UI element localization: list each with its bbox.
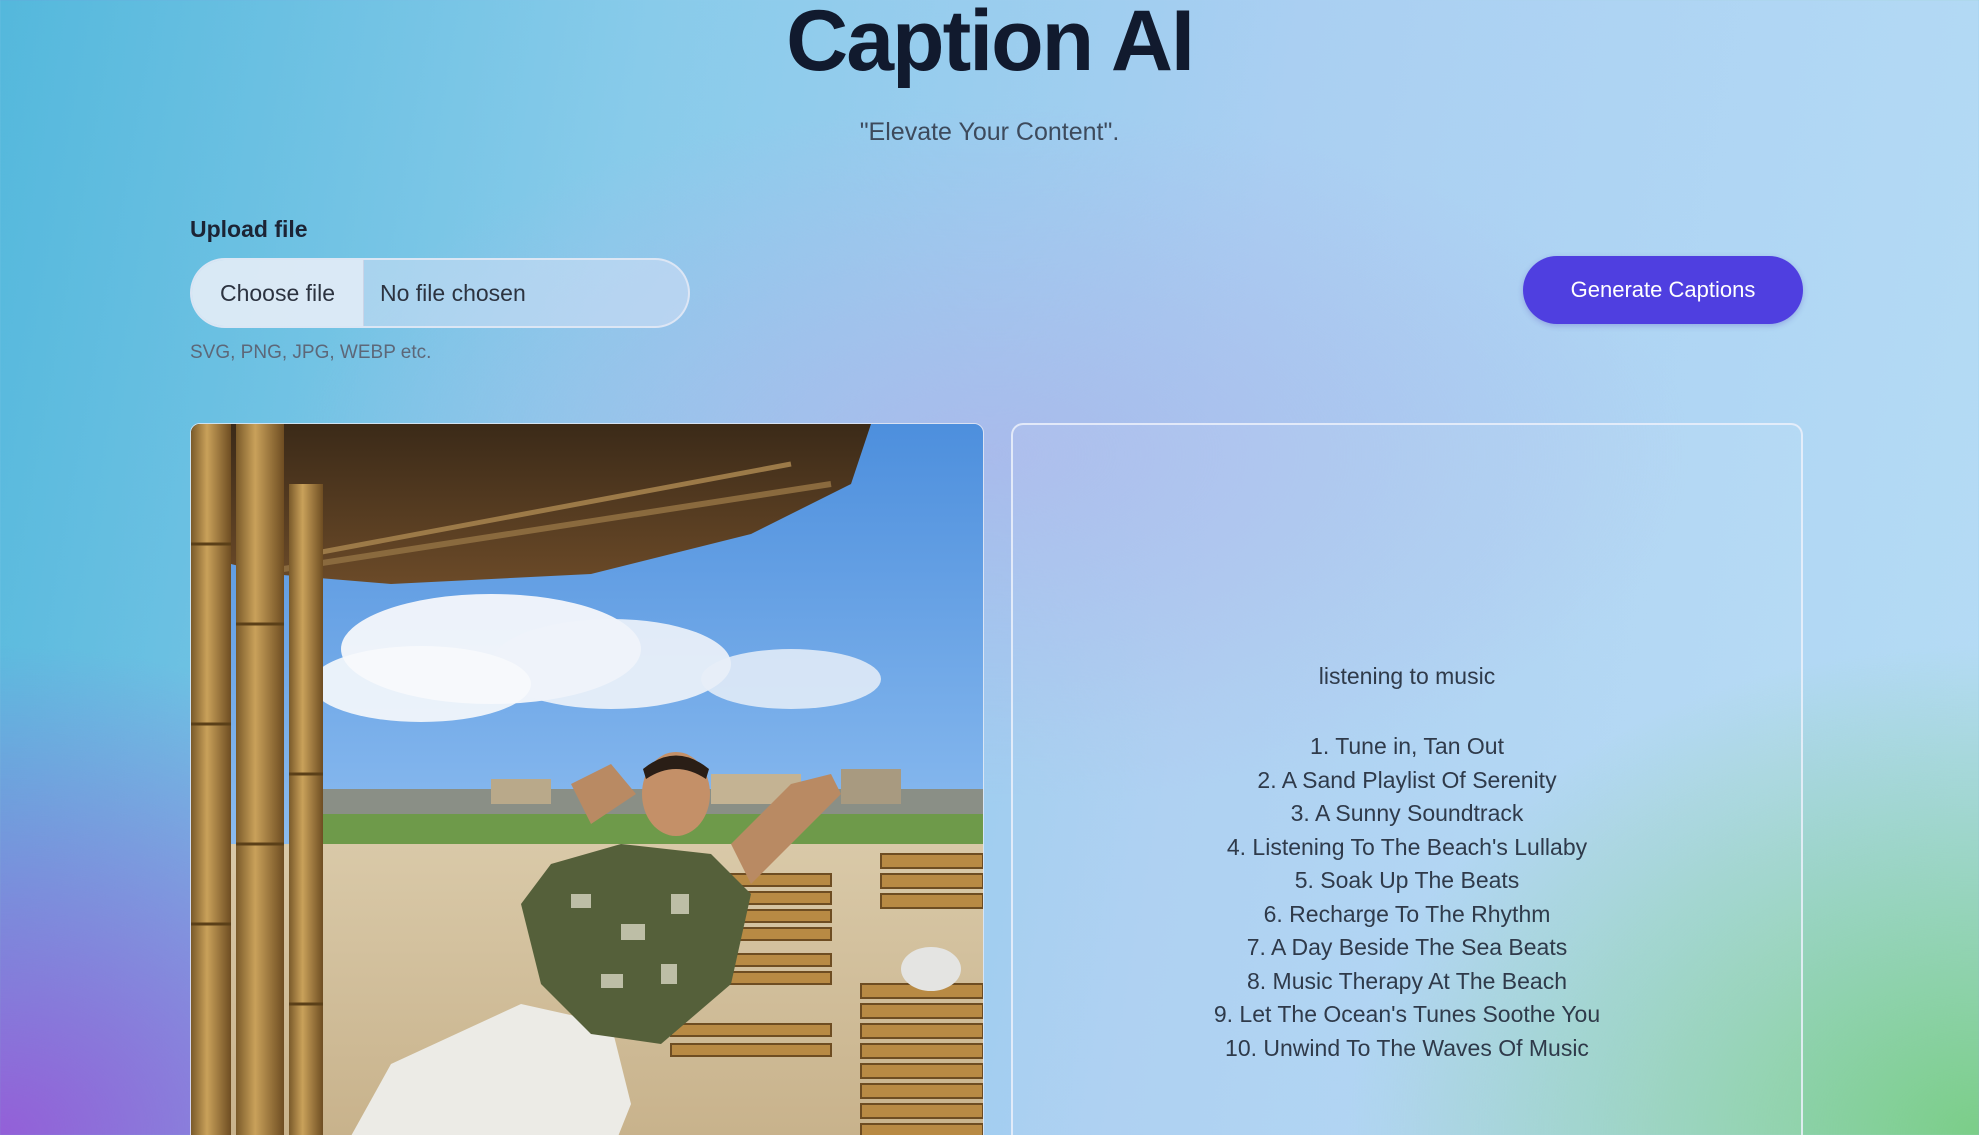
page-title: Caption AI [786,0,1195,89]
caption-item: 4. Listening To The Beach's Lullaby [1226,833,1588,860]
page-tagline: "Elevate Your Content". [859,118,1120,146]
caption-theme: listening to music [1318,663,1496,689]
upload-label: Upload file [190,216,308,242]
file-status-text: No file chosen [380,279,526,306]
caption-item: 8. Music Therapy At The Beach [1246,967,1568,994]
caption-item: 10. Unwind To The Waves Of Music [1225,1034,1589,1061]
choose-file-button[interactable]: Choose file [192,260,364,326]
caption-item: 9. Let The Ocean's Tunes Soothe You [1213,1001,1601,1027]
caption-results-panel: listening to music 1. Tune in, Tan Out 2… [1011,423,1803,1135]
caption-item: 3. A Sunny Soundtrack [1290,800,1524,826]
beach-photo-image [191,424,983,1135]
uploaded-image-preview [190,423,984,1135]
generate-captions-button[interactable]: Generate Captions [1523,256,1803,324]
caption-item: 5. Soak Up The Beats [1294,867,1520,893]
caption-list: 1. Tune in, Tan Out 2. A Sand Playlist O… [1013,730,1801,1065]
file-upload-input[interactable]: Choose file No file chosen [190,258,690,328]
caption-item: 6. Recharge To The Rhythm [1263,900,1551,927]
caption-item: 2. A Sand Playlist Of Serenity [1257,766,1557,793]
file-type-hint: SVG, PNG, JPG, WEBP etc. [190,342,432,363]
caption-item: 7. A Day Beside The Sea Beats [1246,934,1568,960]
caption-item: 1. Tune in, Tan Out [1310,733,1504,759]
